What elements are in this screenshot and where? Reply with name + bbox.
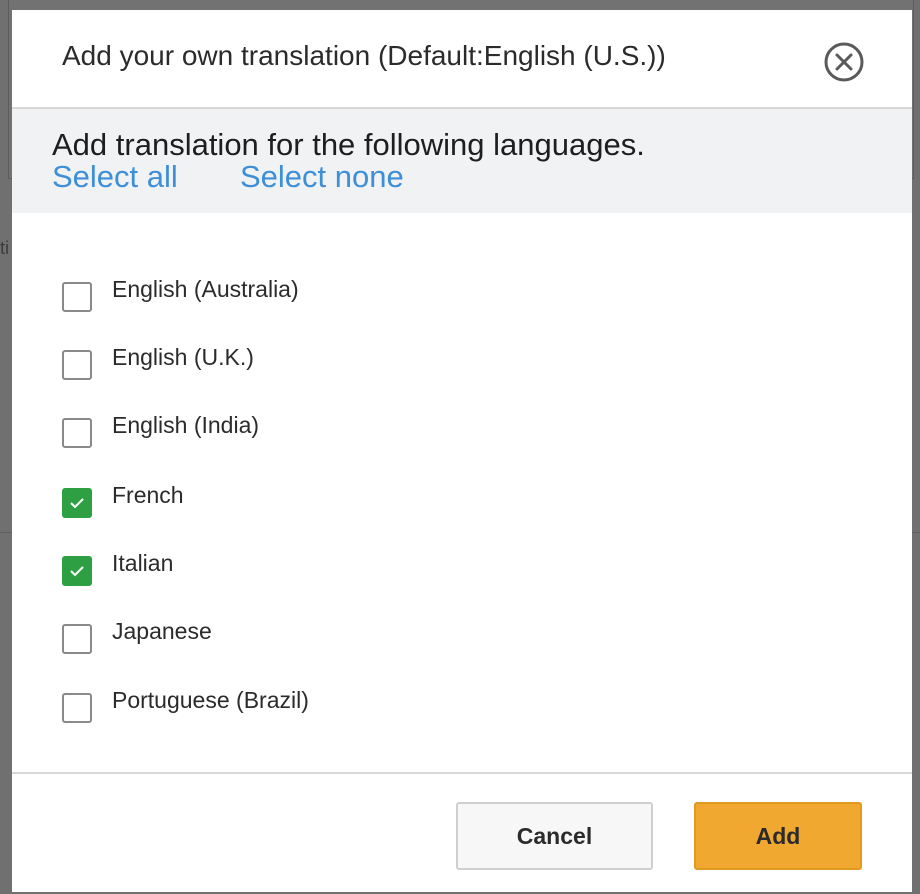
- select-none-link[interactable]: Select none: [240, 159, 404, 195]
- checkmark-icon: [70, 498, 84, 509]
- checkmark-icon: [70, 566, 84, 577]
- dialog-footer: Cancel Add: [12, 772, 912, 894]
- language-option-english-india[interactable]: English (India): [62, 411, 260, 448]
- language-option-english-uk[interactable]: English (U.K.): [62, 343, 254, 380]
- translation-dialog: Add your own translation (Default:Englis…: [12, 10, 912, 892]
- language-label: English (U.K.): [112, 343, 254, 370]
- language-option-japanese[interactable]: Japanese: [62, 617, 212, 654]
- checkbox[interactable]: [62, 488, 92, 518]
- checkbox[interactable]: [62, 282, 92, 312]
- dialog-header: Add your own translation (Default:Englis…: [12, 10, 912, 109]
- language-option-portuguese-brazil[interactable]: Portuguese (Brazil): [62, 686, 309, 723]
- select-all-link[interactable]: Select all: [52, 159, 178, 195]
- language-option-french[interactable]: French: [62, 481, 184, 518]
- language-label: French: [112, 481, 184, 508]
- language-label: English (India): [112, 411, 260, 438]
- add-button[interactable]: Add: [694, 802, 862, 870]
- language-label: Italian: [112, 549, 174, 576]
- checkbox[interactable]: [62, 693, 92, 723]
- language-option-italian[interactable]: Italian: [62, 549, 174, 586]
- close-circle-icon: [824, 42, 864, 82]
- checkbox[interactable]: [62, 556, 92, 586]
- checkbox[interactable]: [62, 350, 92, 380]
- backdrop-text: ti: [0, 238, 9, 258]
- checkbox[interactable]: [62, 418, 92, 448]
- checkbox[interactable]: [62, 624, 92, 654]
- cancel-button[interactable]: Cancel: [456, 802, 653, 870]
- dialog-title: Add your own translation (Default:Englis…: [62, 40, 666, 71]
- intro-text: Add translation for the following langua…: [52, 127, 645, 162]
- language-label: English (Australia): [112, 275, 299, 302]
- close-button[interactable]: [824, 42, 864, 82]
- language-label: Japanese: [112, 617, 212, 644]
- language-option-english-australia[interactable]: English (Australia): [62, 275, 299, 312]
- intro-section: Add translation for the following langua…: [12, 109, 912, 213]
- language-label: Portuguese (Brazil): [112, 686, 309, 713]
